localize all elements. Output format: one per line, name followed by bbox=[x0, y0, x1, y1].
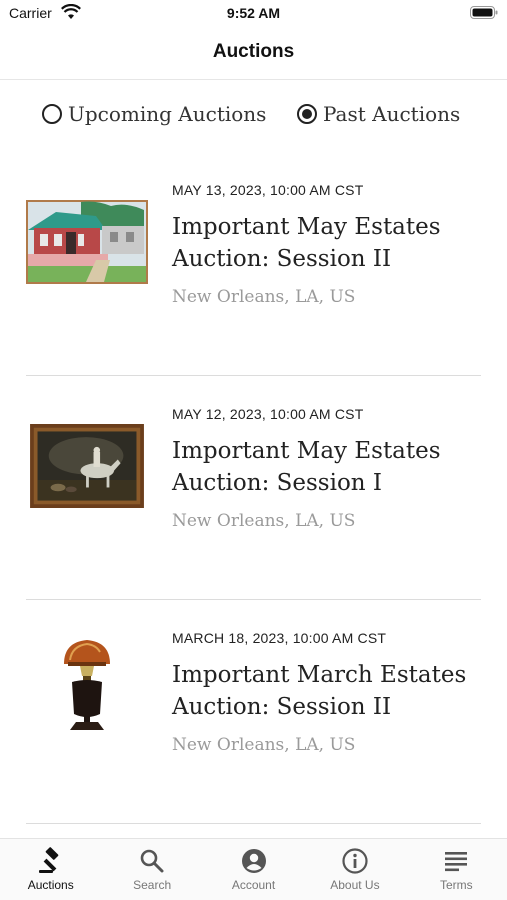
terms-icon bbox=[445, 852, 468, 872]
house-painting-image bbox=[26, 200, 148, 284]
navigation-bar: Auctions bbox=[0, 28, 507, 80]
tab-label: Terms bbox=[439, 878, 473, 892]
auction-list-item[interactable]: MAY 13, 2023, 10:00 AM CST Important May… bbox=[0, 152, 507, 376]
tab-label: Account bbox=[231, 878, 276, 892]
upcoming-auctions-label: Upcoming Auctions bbox=[68, 102, 267, 126]
tab-about-us[interactable]: About Us bbox=[304, 839, 405, 900]
past-auctions-radio[interactable]: Past Auctions bbox=[297, 96, 460, 132]
search-icon bbox=[140, 849, 164, 873]
gavel-icon bbox=[38, 847, 59, 873]
tab-search[interactable]: Search bbox=[101, 839, 202, 900]
past-auctions-label: Past Auctions bbox=[323, 102, 461, 126]
auction-location: New Orleans, LA, US bbox=[172, 287, 356, 307]
auction-title: Important March Estates Auction: Session… bbox=[172, 662, 467, 720]
horse-painting-image bbox=[26, 424, 148, 508]
auction-date: MARCH 18, 2023, 10:00 AM CST bbox=[172, 630, 387, 646]
info-icon bbox=[342, 848, 368, 874]
radio-checked-icon bbox=[297, 104, 317, 124]
auction-list-item[interactable]: MAY 12, 2023, 10:00 AM CST Important May… bbox=[0, 376, 507, 600]
status-bar: Carrier 9:52 AM bbox=[0, 0, 507, 28]
page-title: Auctions bbox=[212, 41, 295, 62]
tab-terms[interactable]: Terms bbox=[406, 839, 507, 900]
account-icon bbox=[241, 849, 266, 873]
tab-label: Auctions bbox=[27, 878, 74, 892]
auction-list-item[interactable]: MARCH 18, 2023, 10:00 AM CST Important M… bbox=[0, 600, 507, 824]
auction-title: Important May Estates Auction: Session I… bbox=[172, 214, 441, 272]
tab-bar: Auctions Search Account About Us Terms bbox=[0, 838, 507, 900]
auction-date: MAY 12, 2023, 10:00 AM CST bbox=[172, 406, 364, 422]
battery-icon bbox=[470, 6, 498, 19]
auction-title: Important May Estates Auction: Session I bbox=[172, 438, 441, 496]
divider bbox=[26, 823, 481, 824]
tab-label: About Us bbox=[330, 878, 380, 892]
auction-info: MARCH 18, 2023, 10:00 AM CST Important M… bbox=[172, 630, 481, 755]
radio-unchecked-icon bbox=[42, 104, 62, 124]
oil-lamp-image bbox=[50, 634, 124, 746]
auction-filter: Upcoming Auctions Past Auctions bbox=[0, 96, 507, 132]
auction-date: MAY 13, 2023, 10:00 AM CST bbox=[172, 182, 364, 198]
auction-info: MAY 12, 2023, 10:00 AM CST Important May… bbox=[172, 406, 481, 531]
upcoming-auctions-radio[interactable]: Upcoming Auctions bbox=[42, 96, 266, 132]
tab-auctions[interactable]: Auctions bbox=[0, 839, 101, 900]
tab-account[interactable]: Account bbox=[203, 839, 304, 900]
auction-location: New Orleans, LA, US bbox=[172, 735, 356, 755]
tab-label: Search bbox=[133, 878, 172, 892]
auction-info: MAY 13, 2023, 10:00 AM CST Important May… bbox=[172, 182, 481, 307]
clock: 9:52 AM bbox=[226, 5, 281, 21]
auction-list: MAY 13, 2023, 10:00 AM CST Important May… bbox=[0, 152, 507, 824]
auction-location: New Orleans, LA, US bbox=[172, 511, 356, 531]
